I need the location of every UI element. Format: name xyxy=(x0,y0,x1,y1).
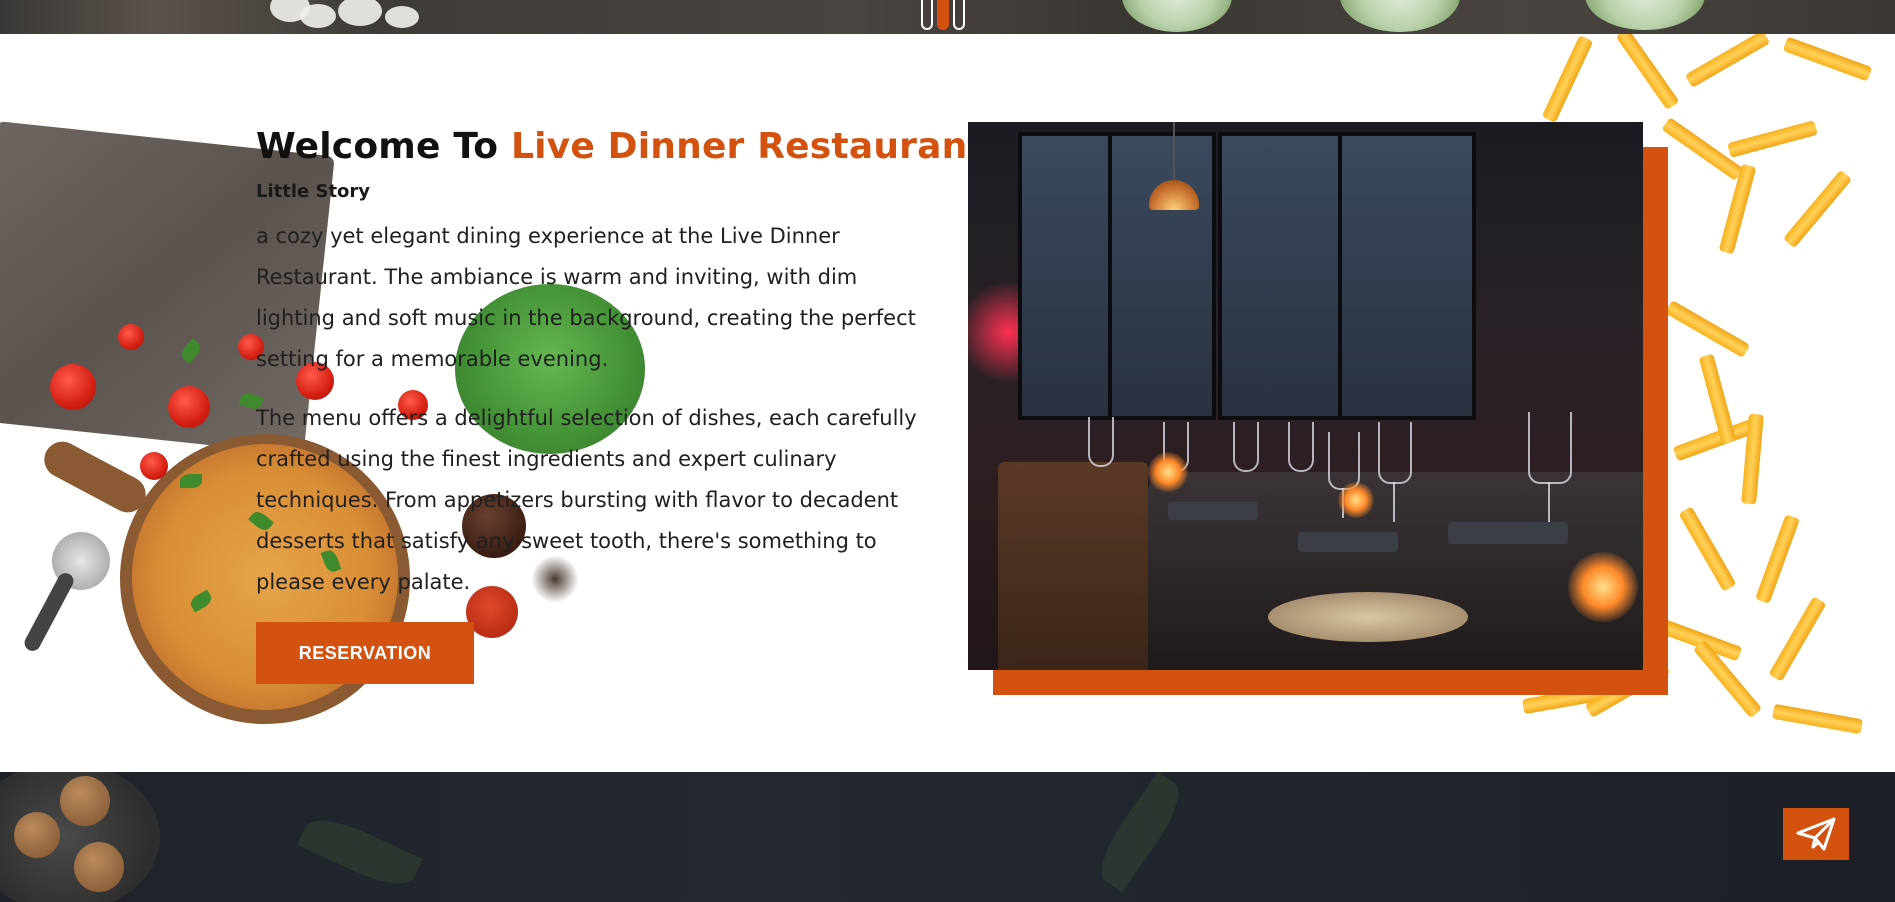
slider-pagination xyxy=(921,0,965,32)
napkin-decoration xyxy=(1298,532,1398,552)
slider-dot-1[interactable] xyxy=(921,0,933,30)
wine-glass-decoration xyxy=(1378,422,1412,484)
wine-glass-decoration xyxy=(1088,417,1114,467)
vegetable-decoration xyxy=(1340,0,1460,32)
fry-decoration xyxy=(1664,300,1751,358)
wine-glass-decoration xyxy=(1528,412,1572,484)
tomato-decoration xyxy=(140,452,168,480)
tomato-decoration xyxy=(50,364,96,410)
reservation-button[interactable]: RESERVATION xyxy=(256,622,474,684)
blossom-decoration xyxy=(385,6,419,28)
fry-decoration xyxy=(1782,169,1853,249)
fry-decoration xyxy=(1782,36,1873,82)
fry-decoration xyxy=(1684,34,1771,88)
title-prefix: Welcome To xyxy=(256,126,511,167)
candle-decoration xyxy=(1338,482,1374,518)
vegetable-decoration xyxy=(1122,0,1232,32)
plate-decoration xyxy=(1268,592,1468,642)
fry-decoration xyxy=(1615,34,1680,111)
leaf-decoration xyxy=(1089,772,1191,893)
fry-decoration xyxy=(1755,514,1800,604)
about-section: Welcome To Live Dinner Restaurant Little… xyxy=(0,34,1895,772)
board-handle-decoration xyxy=(37,435,153,519)
window-decoration xyxy=(1018,132,1116,420)
fry-decoration xyxy=(1718,163,1757,255)
lamp-cord-decoration xyxy=(1173,122,1175,182)
leaf-decoration xyxy=(297,808,423,896)
next-section-banner-image xyxy=(0,772,1895,902)
about-paragraph-1: a cozy yet elegant dining experience at … xyxy=(256,224,916,371)
fry-decoration xyxy=(1698,353,1737,445)
cookie-decoration xyxy=(14,812,60,858)
section-subtitle: Little Story xyxy=(256,181,371,202)
napkin-decoration xyxy=(1168,502,1258,520)
basil-leaf-decoration xyxy=(180,474,202,488)
page-title: Welcome To Live Dinner Restaurant xyxy=(256,126,985,167)
paper-plane-icon xyxy=(1796,817,1836,851)
title-accent: Live Dinner Restaurant xyxy=(510,126,985,167)
cookie-decoration xyxy=(74,842,124,892)
glass-stem-decoration xyxy=(1393,482,1395,522)
chair-decoration xyxy=(998,462,1148,670)
about-paragraph-2: The menu offers a delightful selection o… xyxy=(256,406,917,594)
slider-dot-2[interactable] xyxy=(937,0,949,30)
blossom-decoration xyxy=(338,0,382,26)
window-decoration xyxy=(1338,132,1476,420)
cookie-decoration xyxy=(60,776,110,826)
vegetable-decoration xyxy=(1585,0,1705,30)
candle-decoration xyxy=(1148,452,1188,492)
napkin-decoration xyxy=(1448,522,1568,544)
pizza-cutter-handle-decoration xyxy=(21,570,77,654)
glass-stem-decoration xyxy=(1548,482,1550,522)
top-banner-image xyxy=(0,0,1895,34)
blossom-decoration xyxy=(300,4,336,28)
fry-decoration xyxy=(1768,596,1827,682)
send-message-button[interactable] xyxy=(1783,808,1849,860)
window-decoration xyxy=(1108,132,1216,420)
wine-glass-decoration xyxy=(1233,422,1259,472)
tomato-decoration xyxy=(118,324,144,350)
fry-decoration xyxy=(1727,120,1818,158)
candle-decoration xyxy=(1568,552,1638,622)
wine-glass-decoration xyxy=(1288,422,1314,472)
fry-decoration xyxy=(1678,506,1737,592)
tomato-decoration xyxy=(168,386,210,428)
window-decoration xyxy=(1218,132,1346,420)
fry-decoration xyxy=(1771,703,1864,735)
fry-decoration xyxy=(1541,35,1594,123)
slider-dot-3[interactable] xyxy=(953,0,965,30)
restaurant-interior-image xyxy=(968,122,1643,670)
